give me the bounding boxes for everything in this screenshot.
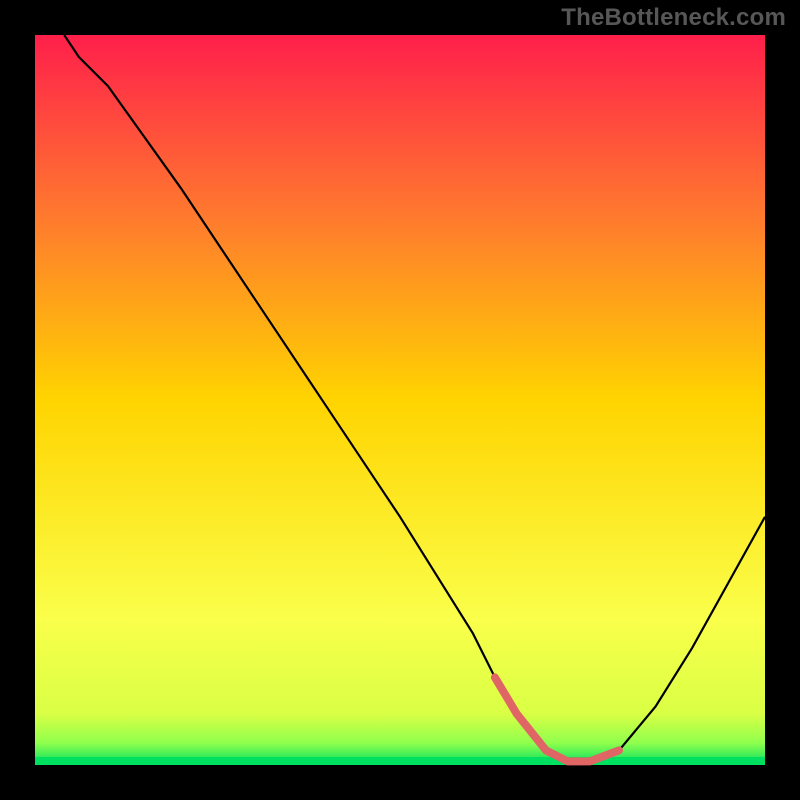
- bottom-green-band: [35, 757, 765, 765]
- bottleneck-chart: [0, 0, 800, 800]
- chart-frame: TheBottleneck.com: [0, 0, 800, 800]
- plot-background: [35, 35, 765, 765]
